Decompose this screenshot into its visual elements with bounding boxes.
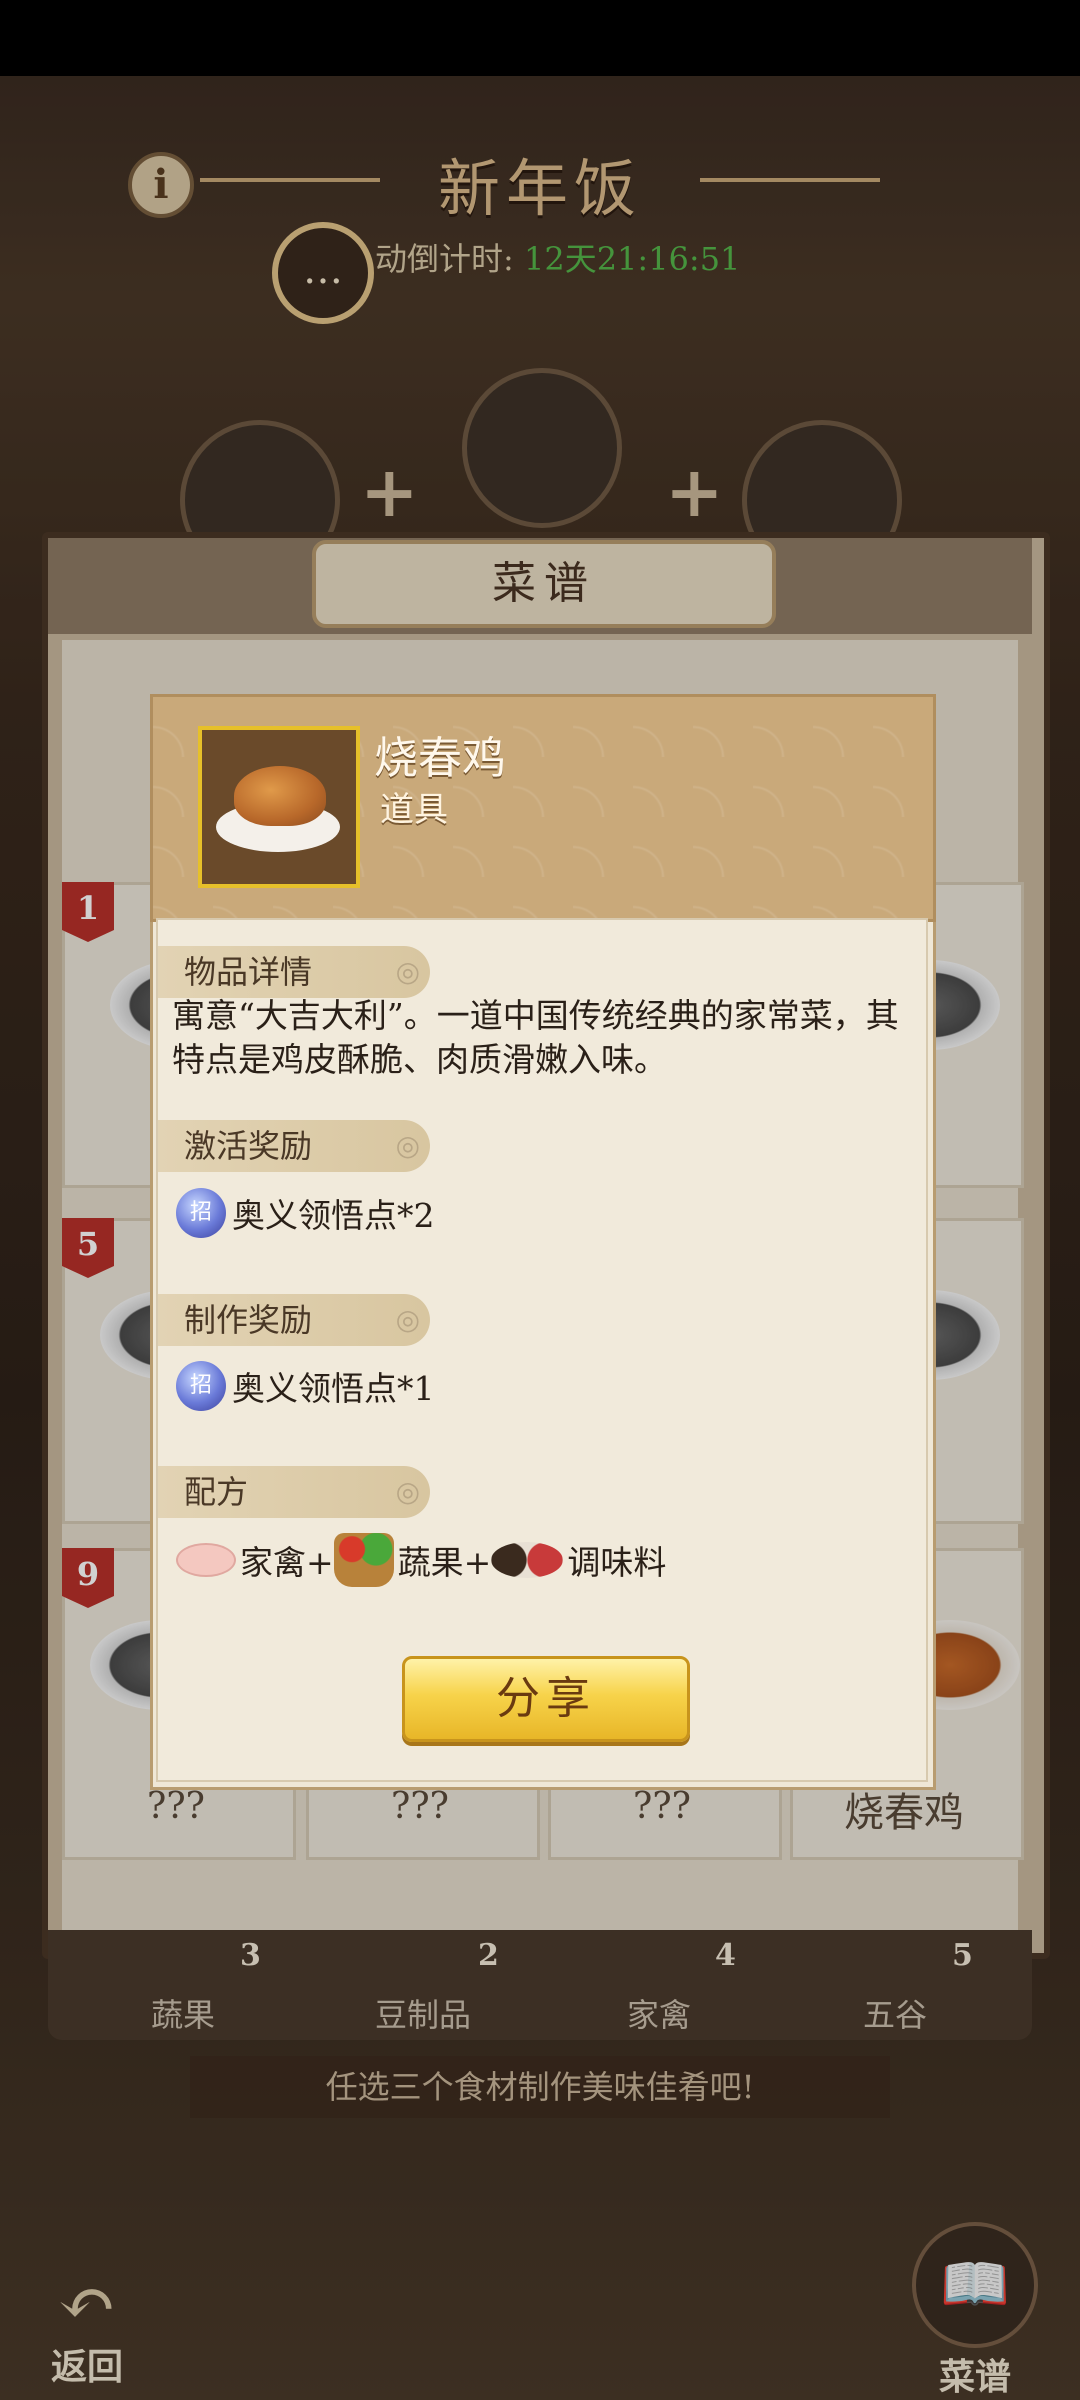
item-name: 烧春鸡: [374, 733, 506, 784]
activation-reward: 招 奥义领悟点*2: [176, 1185, 435, 1241]
roast-chicken-icon: [234, 766, 326, 826]
poultry-icon: [176, 1543, 236, 1577]
activation-reward-text: 奥义领悟点*2: [232, 1196, 435, 1235]
item-description: 寓意“大吉大利”。一道中国传统经典的家常菜，其特点是鸡皮酥脆、肉质滑嫩入味。: [172, 996, 899, 1079]
vegetable-basket-icon: [333, 1533, 394, 1587]
recipe-formula: 家禽+ 蔬果+ 调味料: [176, 1528, 666, 1592]
recipe-part-poultry: 家禽+: [240, 1543, 334, 1582]
section-heading-activation: 激活奖励: [158, 1120, 430, 1172]
section-heading-crafting: 制作奖励: [158, 1294, 430, 1346]
share-button[interactable]: 分享: [402, 1656, 690, 1742]
section-heading-details: 物品详情: [158, 946, 430, 998]
insight-orb-icon: 招: [176, 1188, 226, 1238]
recipe-part-vegetables: 蔬果+: [397, 1543, 492, 1582]
crafting-reward: 招 奥义领悟点*1: [176, 1358, 435, 1414]
insight-orb-icon: 招: [176, 1361, 226, 1411]
item-type: 道具: [380, 790, 448, 830]
item-icon: [198, 726, 360, 888]
recipe-part-seasoning: 调味料: [567, 1543, 667, 1582]
section-heading-recipe: 配方: [158, 1466, 430, 1518]
seasoning-icon: [491, 1542, 564, 1578]
crafting-reward-text: 奥义领悟点*1: [232, 1369, 435, 1408]
